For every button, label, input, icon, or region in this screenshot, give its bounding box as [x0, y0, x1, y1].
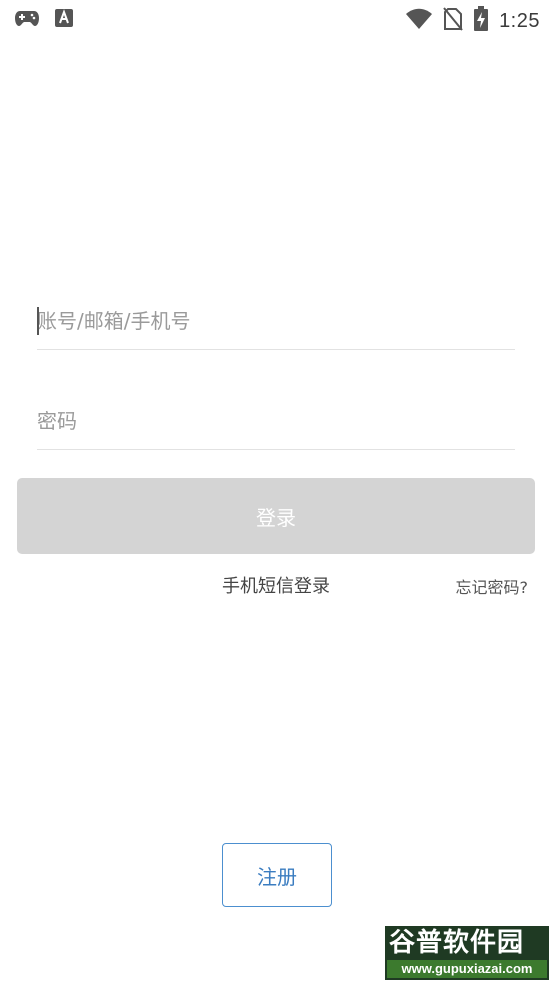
status-bar: 1:25: [0, 0, 552, 38]
watermark-title: 谷普软件园: [389, 928, 525, 958]
login-button[interactable]: 登录: [17, 478, 535, 554]
battery-charging-icon: [473, 6, 489, 36]
status-left-icons: [14, 8, 74, 32]
sms-login-link[interactable]: 手机短信登录: [200, 572, 352, 602]
wifi-icon: [405, 8, 433, 34]
account-input[interactable]: [37, 293, 515, 349]
forgot-password-link[interactable]: 忘记密码?: [456, 575, 529, 601]
font-a-icon: [54, 8, 74, 32]
register-button[interactable]: 注册: [222, 843, 332, 907]
watermark-logo: 谷普软件园 www.gupuxiazai.com: [385, 926, 549, 980]
text-caret: [37, 307, 39, 335]
password-input[interactable]: [37, 393, 515, 449]
password-field-container: [37, 393, 515, 450]
status-time: 1:25: [499, 9, 540, 32]
gamepad-icon: [14, 8, 40, 32]
status-right-icons: 1:25: [405, 6, 540, 36]
no-sim-icon: [443, 7, 463, 35]
watermark-url: www.gupuxiazai.com: [387, 960, 547, 978]
account-field-container: [37, 293, 515, 350]
